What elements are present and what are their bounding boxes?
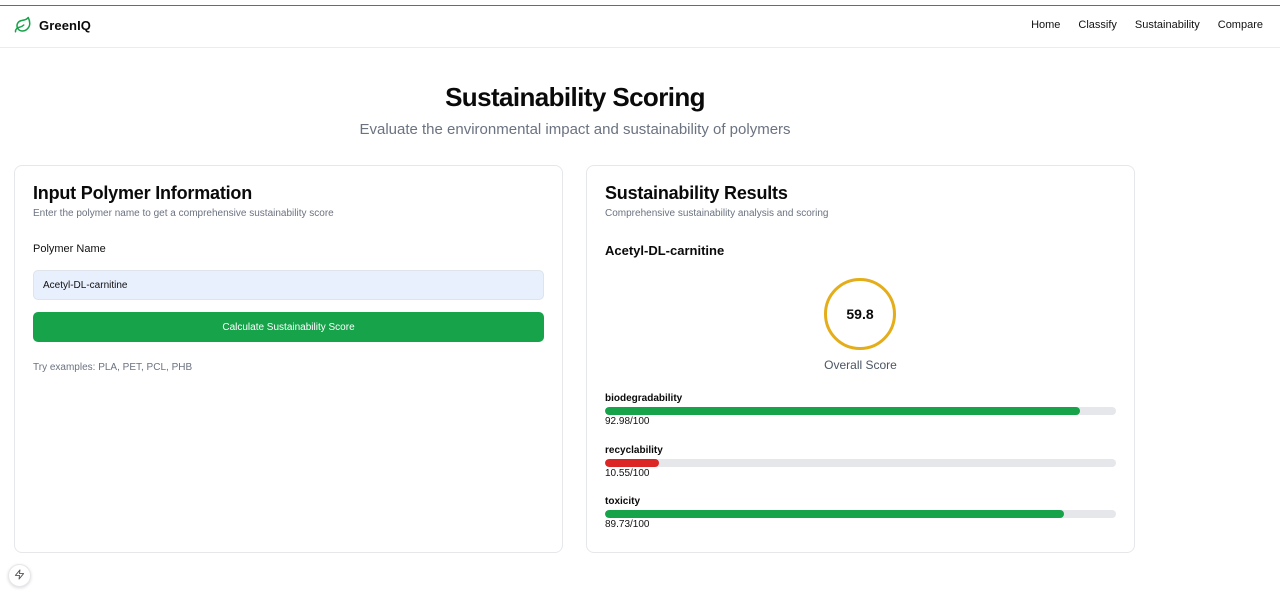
dev-tools-button[interactable] [8,564,31,587]
lightning-bolt-icon [14,567,25,585]
leaf-icon [14,16,32,34]
overall-score-value: 59.8 [846,306,874,322]
metric-value: 89.73/100 [605,519,650,530]
progress-bar-track [605,459,1116,467]
metric-value: 92.98/100 [605,416,650,427]
metric-name: biodegradability [605,393,683,404]
metric-toxicity: toxicity 89.73/100 [605,496,1116,530]
progress-bar-fill [605,459,659,467]
polymer-name-label: Polymer Name [33,243,106,255]
brand-logo[interactable]: GreenIQ [14,16,91,34]
results-card-title: Sustainability Results [605,183,788,203]
metric-name: toxicity [605,496,641,507]
metric-name: recyclability [605,445,663,456]
results-card: Sustainability Results Comprehensive sus… [586,165,1135,553]
input-card: Input Polymer Information Enter the poly… [14,165,563,553]
overall-score-label: Overall Score [824,358,897,372]
nav-link-compare[interactable]: Compare [1218,19,1263,31]
metric-recyclability: recyclability 10.55/100 [605,445,1116,479]
progress-bar-fill [605,510,1064,518]
input-card-title: Input Polymer Information [33,183,253,203]
result-polymer-name: Acetyl-DL-carnitine [605,243,725,258]
results-card-description: Comprehensive sustainability analysis an… [605,208,829,219]
page-title: Sustainability Scoring [445,82,705,112]
progress-bar-track [605,407,1116,415]
metric-biodegradability: biodegradability 92.98/100 [605,393,1116,427]
calculate-score-button[interactable]: Calculate Sustainability Score [33,312,544,342]
examples-hint: Try examples: PLA, PET, PCL, PHB [33,362,193,373]
page-subtitle: Evaluate the environmental impact and su… [359,121,791,138]
progress-bar-track [605,510,1116,518]
nav-link-sustainability[interactable]: Sustainability [1135,19,1200,31]
nav-link-classify[interactable]: Classify [1078,19,1117,31]
overall-score-ring: 59.8 [824,278,896,350]
navbar: GreenIQ Home Classify Sustainability Com… [0,6,1280,48]
nav-link-home[interactable]: Home [1031,19,1060,31]
polymer-name-input[interactable] [33,270,544,300]
progress-bar-fill [605,407,1081,415]
metric-value: 10.55/100 [605,468,650,479]
brand-name: GreenIQ [39,17,91,33]
nav-menu: Home Classify Sustainability Compare [1031,19,1263,31]
input-card-description: Enter the polymer name to get a comprehe… [33,208,334,219]
